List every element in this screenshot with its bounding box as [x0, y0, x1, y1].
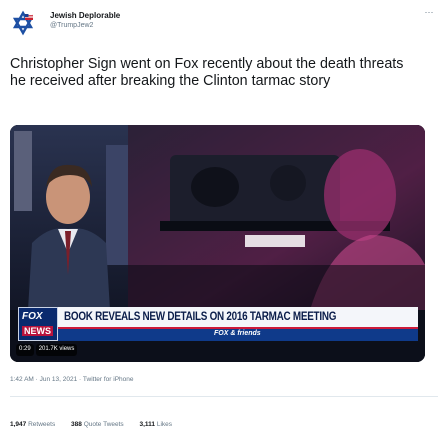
- video-duration: 0:29: [16, 344, 34, 356]
- fox-news-logo: FOX NEWS: [18, 307, 58, 341]
- video-views: 201.7K views: [35, 344, 78, 356]
- avatar[interactable]: [10, 10, 36, 36]
- likes-label: Likes: [156, 421, 173, 428]
- divider: [10, 396, 438, 397]
- retweets-label: Retweets: [28, 421, 56, 428]
- headline-bar: BOOK REVEALS NEW DETAILS ON 2016 TARMAC …: [58, 307, 418, 329]
- author-info: Jewish Deplorable @TrumpJew2: [50, 10, 120, 31]
- more-options-button[interactable]: ···: [422, 8, 436, 18]
- tweet-source-link[interactable]: Twitter for iPhone: [83, 376, 134, 383]
- likes-stat[interactable]: 3,111 Likes: [140, 421, 173, 428]
- video-meta: 0:29 201.7K views: [16, 344, 78, 356]
- video-player[interactable]: FOX NEWS BOOK REVEALS NEW DETAILS ON 201…: [10, 125, 425, 362]
- star-of-david-avatar-icon: [10, 10, 36, 36]
- news-headline: BOOK REVEALS NEW DETAILS ON 2016 TARMAC …: [64, 311, 337, 323]
- likes-count: 3,111: [139, 421, 156, 428]
- tweet-timestamp: 1:42 AM · Jun 13, 2021 · Twitter for iPh…: [10, 376, 133, 383]
- retweets-stat[interactable]: 1,947 Retweets: [10, 421, 55, 428]
- retweets-count: 1,947: [10, 421, 27, 428]
- show-bar: FOX & friends: [58, 329, 418, 341]
- quote-tweets-count: 388: [71, 421, 82, 428]
- tweet-stats: 1,947 Retweets 388 Quote Tweets 3,111 Li…: [10, 421, 186, 428]
- tweet-text: Christopher Sign went on Fox recently ab…: [10, 56, 404, 89]
- tweet-time-link[interactable]: 1:42 AM · Jun 13, 2021: [10, 376, 77, 383]
- show-name: FOX & friends: [214, 330, 261, 337]
- logo-top-text: FOX: [22, 311, 43, 322]
- author-display-name[interactable]: Jewish Deplorable: [50, 10, 120, 21]
- quote-tweets-label: Quote Tweets: [83, 421, 124, 428]
- logo-bottom-text: NEWS: [22, 326, 53, 336]
- tweet-time: 1:42 AM: [10, 376, 34, 383]
- author-handle[interactable]: @TrumpJew2: [50, 21, 120, 31]
- ellipsis-icon: ···: [424, 7, 434, 17]
- tweet-header: Jewish Deplorable @TrumpJew2 ···: [10, 8, 440, 42]
- news-ticker: FOX NEWS BOOK REVEALS NEW DETAILS ON 201…: [18, 307, 425, 341]
- tweet-date: Jun 13, 2021: [39, 376, 78, 383]
- quote-tweets-stat[interactable]: 388 Quote Tweets: [71, 421, 124, 428]
